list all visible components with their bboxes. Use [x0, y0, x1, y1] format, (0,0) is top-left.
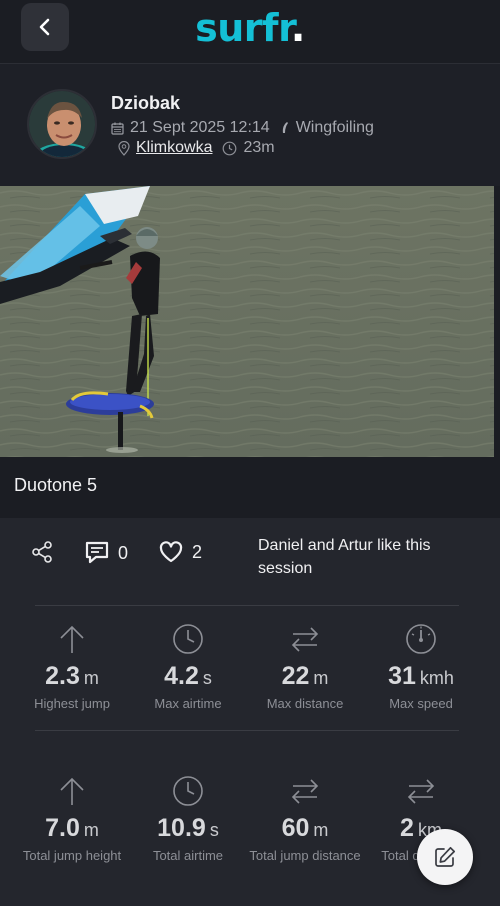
stat-total-jump-height: 7.0 m Total jump height	[14, 774, 130, 863]
speedometer-icon	[406, 624, 436, 654]
stat-value: 4.2	[164, 662, 199, 690]
divider	[35, 730, 459, 731]
stat-unit: m	[313, 820, 329, 840]
stat-label: Max distance	[266, 696, 344, 711]
stat-highest-jump: 2.3 m Highest jump	[14, 622, 130, 711]
logo-dot: .	[290, 6, 305, 50]
stat-unit: m	[83, 820, 99, 840]
stat-max-airtime: 4.2 s Max airtime	[130, 622, 246, 711]
share-button[interactable]	[30, 540, 54, 564]
comments-button[interactable]: 0	[84, 540, 128, 566]
user-name[interactable]: Dziobak	[111, 93, 180, 114]
location-link[interactable]: Klimkowka	[136, 139, 212, 157]
arrows-swap-icon	[291, 779, 319, 804]
session-location-row: Klimkowka 23m	[118, 139, 275, 157]
stat-label: Max airtime	[154, 696, 222, 711]
stat-value: 7.0	[45, 814, 80, 842]
stat-label: Total jump height	[22, 848, 122, 863]
stats-row-total: 7.0 m Total jump height 10.9 s Total airti…	[14, 774, 480, 874]
stat-label: Total airtime	[152, 848, 224, 863]
comment-icon	[85, 541, 109, 564]
arrow-up-icon	[60, 777, 84, 805]
arrows-swap-icon	[291, 627, 319, 652]
stat-unit: m	[83, 668, 99, 688]
clock-icon	[223, 141, 237, 155]
stat-total-airtime: 10.9 s Total airtime	[130, 774, 246, 863]
stat-label: Highest jump	[34, 696, 110, 711]
stat-total-jump-distance: 60 m Total jump distance	[247, 774, 363, 863]
stat-unit: kmh	[419, 668, 454, 688]
like-button[interactable]: 2	[158, 540, 202, 564]
clock-icon	[173, 624, 203, 654]
edit-session-button[interactable]	[417, 829, 473, 885]
wing-icon	[282, 122, 288, 133]
logo-brand: surfr	[195, 6, 291, 50]
avatar[interactable]	[27, 89, 97, 159]
divider	[35, 605, 459, 606]
session-header: Dziobak 21 Sept 2025 12:14 Wingfoiling K…	[0, 64, 500, 186]
heart-icon	[159, 541, 183, 563]
stat-max-distance: 22 m Max distance	[247, 622, 363, 711]
stat-max-speed: 31 kmh Max speed	[363, 622, 479, 711]
stat-label: Total jump distance	[249, 848, 361, 863]
actions-row: 0 2 Daniel and Artur like this session	[0, 532, 500, 582]
stat-value: 2	[400, 814, 414, 842]
stats-row-max: 2.3 m Highest jump 4.2 s Max airtime 22 m M…	[14, 622, 480, 722]
session-photo[interactable]	[0, 186, 494, 457]
session-date: 21 Sept 2025 12:14	[130, 119, 270, 136]
share-icon	[32, 541, 52, 563]
stat-value: 2.3	[45, 662, 80, 690]
clock-icon	[173, 776, 203, 806]
calendar-icon	[111, 122, 124, 135]
stat-value: 60	[281, 814, 310, 842]
app-logo: surfr.	[0, 6, 500, 50]
location-pin-icon	[118, 140, 130, 156]
stat-value: 31	[388, 662, 416, 690]
stat-unit: s	[202, 668, 212, 688]
stat-unit: m	[313, 668, 329, 688]
session-meta-row: 21 Sept 2025 12:14 Wingfoiling	[111, 119, 374, 137]
gear-title: Duotone 5	[14, 475, 98, 495]
top-bar: surfr.	[0, 0, 500, 64]
arrows-swap-icon	[407, 779, 435, 804]
edit-icon	[435, 846, 456, 867]
likes-summary[interactable]: Daniel and Artur like this session	[258, 534, 478, 580]
stat-value: 10.9	[157, 814, 206, 842]
sport-type: Wingfoiling	[295, 119, 374, 136]
likes-count: 2	[192, 541, 203, 562]
stat-unit: s	[209, 820, 219, 840]
stat-value: 22	[281, 662, 310, 690]
arrow-up-icon	[60, 625, 84, 653]
stat-label: Max speed	[389, 696, 453, 711]
comments-count: 0	[118, 542, 129, 563]
session-detail-screen: surfr. Dziobak 21 Sept 2025 12:14 Wingfo…	[0, 0, 500, 906]
session-duration: 23m	[243, 139, 275, 156]
